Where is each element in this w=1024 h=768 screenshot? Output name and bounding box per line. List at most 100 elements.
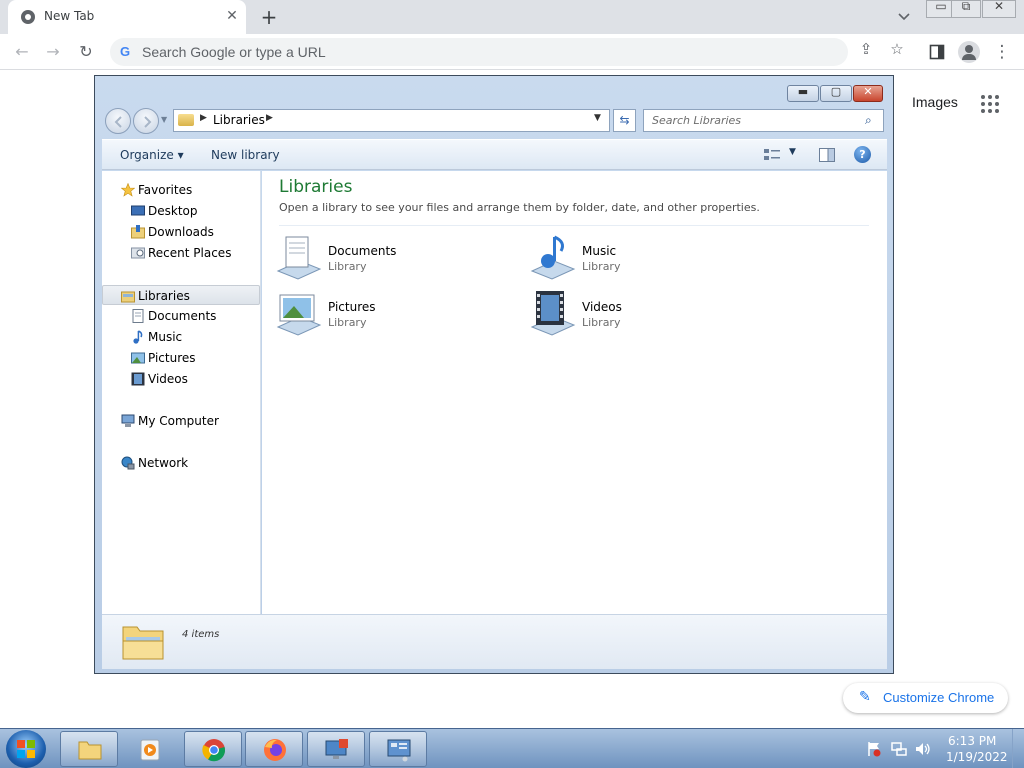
forward-arrow-icon — [144, 116, 152, 128]
help-icon[interactable]: ? — [854, 146, 871, 163]
clock-date[interactable]: 1/19/2022 — [946, 750, 1008, 764]
library-music[interactable]: Music Library — [528, 233, 748, 285]
organize-button[interactable]: Organize ▾ — [120, 148, 184, 162]
windows-logo-icon — [17, 740, 35, 758]
maximize-icon: ▢ — [830, 85, 842, 98]
share-icon[interactable]: ⇪ — [855, 38, 877, 60]
google-apps-icon[interactable] — [981, 95, 999, 113]
libraries-folder-icon — [178, 114, 194, 126]
library-type: Library — [582, 316, 621, 329]
side-panel-icon[interactable] — [929, 44, 945, 60]
library-videos[interactable]: Videos Library — [528, 289, 748, 341]
profile-avatar-icon[interactable] — [958, 41, 980, 63]
remote-desktop-icon — [325, 739, 348, 759]
nav-item-favorites[interactable]: Favorites — [102, 180, 260, 200]
nav-label: Documents — [148, 309, 217, 323]
chevron-down-icon: ▾ — [177, 148, 184, 162]
view-options-icon[interactable] — [764, 148, 780, 162]
volume-icon[interactable] — [915, 741, 931, 757]
window-restore-button[interactable]: ⧉ — [951, 0, 981, 18]
nav-item-videos[interactable]: Videos — [102, 369, 260, 389]
refresh-icon: ⇆ — [619, 113, 630, 127]
documents-library-icon — [276, 236, 322, 280]
images-link[interactable]: Images — [912, 94, 958, 110]
nav-item-recent-places[interactable]: Recent Places — [102, 243, 260, 263]
chrome-toolbar: ← → ↻ G Search Google or type a URL ⇪ ☆ … — [0, 34, 1024, 70]
breadcrumb-libraries[interactable]: Libraries — [213, 113, 265, 127]
nav-label: Videos — [148, 372, 188, 386]
library-pictures[interactable]: Pictures Library — [274, 289, 494, 341]
refresh-button[interactable]: ⇆ — [613, 109, 636, 132]
start-button[interactable] — [6, 730, 46, 768]
nav-item-music[interactable]: Music — [102, 327, 260, 347]
libraries-folder-icon — [122, 626, 164, 660]
window-close-button[interactable]: ✕ — [982, 0, 1016, 18]
show-desktop-button[interactable] — [1012, 729, 1024, 768]
new-tab-button[interactable]: + — [257, 5, 281, 29]
taskbar-firefox-button[interactable] — [245, 731, 303, 767]
star-icon — [121, 183, 135, 197]
omnibox[interactable]: G Search Google or type a URL — [110, 38, 848, 66]
action-center-flag-icon[interactable] — [866, 741, 882, 757]
customize-chrome-button[interactable]: ✎ Customize Chrome — [843, 683, 1008, 713]
nav-item-downloads[interactable]: Downloads — [102, 222, 260, 242]
nav-label: Downloads — [148, 225, 214, 239]
breadcrumb-arrow-icon[interactable]: ▶ — [200, 113, 207, 123]
nav-label: Favorites — [138, 183, 193, 197]
nav-label: Desktop — [148, 204, 198, 218]
explorer-minimize-button[interactable]: ▬ — [787, 85, 819, 102]
address-bar[interactable]: ▶ Libraries ▶ ▼ — [173, 109, 610, 132]
explorer-close-button[interactable]: ✕ — [853, 85, 883, 102]
tab-close-button[interactable]: ✕ — [222, 6, 242, 26]
forward-arrow-icon[interactable]: → — [42, 41, 64, 63]
reload-icon[interactable]: ↻ — [75, 41, 97, 63]
nav-label: Music — [148, 330, 183, 344]
preview-pane-icon[interactable] — [819, 148, 835, 162]
network-status-icon[interactable] — [891, 741, 907, 757]
content-pane: Libraries Open a library to see your fil… — [262, 171, 887, 614]
explorer-back-button[interactable] — [105, 108, 131, 134]
folder-icon — [78, 741, 102, 760]
library-name: Documents — [328, 244, 397, 258]
explorer-maximize-button[interactable]: ▢ — [820, 85, 852, 102]
tab-search-chevron-icon[interactable] — [893, 8, 915, 26]
back-arrow-icon[interactable]: ← — [11, 41, 33, 63]
library-type: Library — [328, 260, 367, 273]
explorer-forward-button[interactable] — [133, 108, 159, 134]
breadcrumb-arrow-icon[interactable]: ▶ — [266, 113, 273, 123]
taskbar-remote-desktop-button[interactable] — [307, 731, 365, 767]
customize-chrome-label: Customize Chrome — [883, 690, 995, 705]
search-input[interactable]: Search Libraries ⌕ — [643, 109, 884, 132]
nav-label: Network — [138, 456, 189, 470]
address-dropdown-icon[interactable]: ▼ — [594, 113, 601, 123]
firefox-icon — [264, 739, 286, 761]
taskbar-explorer-button[interactable] — [60, 731, 118, 767]
nav-item-documents[interactable]: Documents — [102, 306, 260, 326]
clock-time[interactable]: 6:13 PM — [948, 734, 996, 748]
nav-item-network[interactable]: Network — [102, 453, 260, 473]
taskbar-media-player-button[interactable] — [121, 731, 179, 767]
library-name: Pictures — [328, 300, 376, 314]
nav-item-libraries[interactable]: Libraries — [102, 285, 260, 305]
recent-pages-dropdown-icon[interactable]: ▼ — [161, 115, 167, 124]
view-dropdown-icon[interactable]: ▼ — [789, 147, 796, 157]
network-app-icon — [387, 739, 411, 762]
chrome-menu-icon[interactable]: ⋮ — [991, 41, 1013, 63]
nav-label: Pictures — [148, 351, 196, 365]
taskbar-chrome-button[interactable] — [184, 731, 242, 767]
recent-places-icon — [131, 247, 145, 259]
bookmark-star-icon[interactable]: ☆ — [886, 38, 908, 60]
divider — [279, 225, 869, 226]
videos-library-icon — [530, 291, 576, 336]
tab-new-tab[interactable]: New Tab ✕ — [8, 0, 246, 34]
media-player-icon — [140, 739, 160, 761]
command-bar: Organize ▾ New library ▼ ? — [102, 139, 887, 170]
nav-item-pictures[interactable]: Pictures — [102, 348, 260, 368]
videos-icon — [131, 372, 145, 386]
nav-item-my-computer[interactable]: My Computer — [102, 411, 260, 431]
library-documents[interactable]: Documents Library — [274, 233, 494, 285]
taskbar-network-app-button[interactable] — [369, 731, 427, 767]
new-library-button[interactable]: New library — [211, 148, 280, 162]
nav-item-desktop[interactable]: Desktop — [102, 201, 260, 221]
library-name: Music — [582, 244, 617, 258]
